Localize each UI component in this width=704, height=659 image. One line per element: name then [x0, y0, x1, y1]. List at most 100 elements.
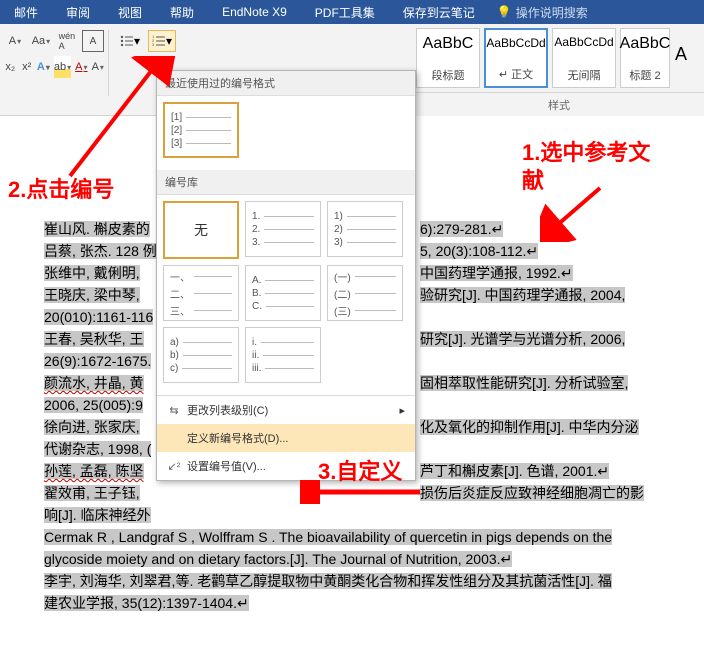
num-format-none[interactable]: 无 — [163, 201, 239, 259]
num-format-paren[interactable]: 1) 2) 3) — [327, 201, 403, 257]
tell-me-label: 操作说明搜索 — [516, 4, 588, 21]
menu-label: 定义新编号格式(D)... — [187, 430, 288, 446]
superscript-icon[interactable]: x² — [20, 56, 32, 78]
char-shading-icon[interactable]: Aa▾ — [30, 30, 52, 52]
font-color-icon[interactable]: A▾ — [75, 56, 87, 78]
tab-help[interactable]: 帮助 — [156, 0, 208, 24]
setvalue-icon: ↙² — [167, 460, 181, 473]
num-format-roman[interactable]: i. ii. iii. — [245, 327, 321, 383]
text-effects-icon[interactable]: A▾ — [37, 56, 50, 78]
num-sample: iii. — [252, 363, 261, 374]
style-label: 标题 2 — [629, 67, 660, 87]
char-case-icon[interactable]: A▾ — [92, 56, 104, 78]
num-format-dot[interactable]: 1. 2. 3. — [245, 201, 321, 257]
num-sample: 一、 — [170, 269, 190, 284]
none-label: 无 — [171, 220, 231, 240]
doc-line: 2006, 25(005):9 — [44, 397, 143, 413]
numbering-button[interactable]: 123▾ — [148, 30, 176, 52]
font-group: A▾ Aa▾ wénA A x₂ x² A▾ ab▾ A▾ A▾ — [0, 28, 108, 80]
doc-line: 崔山风. 槲皮素的 — [44, 221, 150, 237]
num-sample: ii. — [252, 350, 259, 361]
num-sample: (二) — [334, 286, 351, 301]
style-heading[interactable]: AaBbC 段标题 — [416, 28, 480, 88]
num-sample: A. — [252, 275, 261, 286]
tell-me-search[interactable]: 💡 操作说明搜索 — [497, 4, 588, 21]
num-sample: [2] — [171, 125, 182, 136]
paragraph-group: ▾ 123▾ — [112, 28, 180, 54]
highlight-icon[interactable]: ab▾ — [54, 56, 71, 78]
num-sample: 3) — [334, 237, 343, 248]
bullets-button[interactable]: ▾ — [116, 30, 144, 52]
doc-right-column: 6):279-281.↵ 5, 20(3):108-112.↵ 中国药理学通报,… — [420, 218, 644, 504]
num-sample: 三、 — [170, 303, 190, 318]
doc-line: 翟效甫, 王子钰, — [44, 485, 140, 501]
doc-line: 李宇, 刘海华, 刘翠君,等. 老鹳草乙醇提取物中黄酮类化合物和挥发性组分及其抗… — [44, 573, 612, 589]
num-sample: B. — [252, 288, 261, 299]
num-sample: 1. — [252, 211, 260, 222]
num-sample: (一) — [334, 269, 351, 284]
doc-frag: 中国药理学通报, 1992.↵ — [420, 265, 573, 281]
menu-label: 更改列表级别(C) — [187, 402, 268, 418]
num-format-chinese[interactable]: 一、 二、 三、 — [163, 265, 239, 321]
num-sample: c) — [170, 363, 178, 374]
style-preview: AaBbCcDd — [554, 29, 613, 49]
dropdown-header-recent: 最近使用过的编号格式 — [157, 71, 415, 96]
doc-line: 代谢杂志, 1998, ( — [44, 441, 151, 457]
num-sample: C. — [252, 301, 262, 312]
style-heading2[interactable]: AaBbC 标题 2 — [620, 28, 670, 88]
style-normal[interactable]: AaBbCcDd ↵ 正文 — [484, 28, 548, 88]
tab-pdf[interactable]: PDF工具集 — [301, 0, 389, 24]
num-sample: (三) — [334, 303, 351, 318]
doc-line: 张维中, 戴俐明, — [44, 265, 140, 281]
define-new-format[interactable]: 定义新编号格式(D)... — [157, 424, 415, 452]
doc-line: Cermak R , Landgraf S , Wolffram S . The… — [44, 529, 612, 545]
num-format-upper[interactable]: A. B. C. — [245, 265, 321, 321]
annotation-1b: 献 — [522, 163, 544, 195]
menu-label: 设置编号值(V)... — [187, 458, 266, 474]
num-format-chinese-paren[interactable]: (一) (二) (三) — [327, 265, 403, 321]
submenu-arrow-icon: ▸ — [399, 404, 405, 417]
annotation-3: 3.自定义 — [318, 454, 402, 486]
style-label: ↵ 正文 — [499, 66, 533, 86]
style-nospacing[interactable]: AaBbCcDd 无间隔 — [552, 28, 616, 88]
doc-line: 建农业学报, 35(12):1397-1404.↵ — [44, 595, 249, 611]
style-label: 无间隔 — [568, 67, 601, 87]
num-format-lower-paren[interactable]: a) b) c) — [163, 327, 239, 383]
num-sample: 1) — [334, 211, 343, 222]
doc-frag: 验研究[J]. 中国药理学通报, 2004, — [420, 287, 625, 303]
num-sample: a) — [170, 337, 179, 348]
subscript-icon[interactable]: x₂ — [4, 56, 16, 78]
style-preview: AaBbCcDd — [486, 30, 545, 50]
ribbon-tab-bar: 邮件 审阅 视图 帮助 EndNote X9 PDF工具集 保存到云笔记 💡 操… — [0, 0, 704, 24]
doc-line: 颜流水, 井晶, 黄 — [44, 375, 144, 391]
font-size-inc-icon[interactable]: A▾ — [4, 30, 26, 52]
doc-line: 26(9):1672-1675. — [44, 353, 151, 369]
style-overflow: A — [672, 24, 690, 90]
tab-mail[interactable]: 邮件 — [0, 0, 52, 24]
style-preview: AaBbC — [620, 29, 671, 53]
num-sample: 2. — [252, 224, 260, 235]
tab-view[interactable]: 视图 — [104, 0, 156, 24]
tab-save-note[interactable]: 保存到云笔记 — [389, 0, 489, 24]
num-sample: [1] — [171, 112, 182, 123]
style-label: 段标题 — [432, 67, 465, 87]
num-format-bracket[interactable]: [1] [2] [3] — [163, 102, 239, 158]
doc-frag: 研究[J]. 光谱学与光谱分析, 2006, — [420, 331, 625, 347]
doc-line: 响[J]. 临床神经外 — [44, 507, 151, 523]
doc-line: 20(010):1161-116 — [44, 309, 153, 325]
styles-group: AaBbC 段标题 AaBbCcDd ↵ 正文 AaBbCcDd 无间隔 AaB… — [414, 24, 704, 116]
pinyin-guide-icon[interactable]: wénA — [56, 30, 78, 52]
doc-line: 孙莲, 孟磊, 陈坚 — [44, 463, 144, 479]
doc-frag: 损伤后炎症反应致神经细胞凋亡的影 — [420, 485, 644, 501]
style-preview: AaBbC — [423, 29, 474, 53]
level-icon: ⇆ — [167, 404, 181, 417]
num-sample: b) — [170, 350, 179, 361]
char-border-icon[interactable]: A — [82, 30, 104, 52]
tab-endnote[interactable]: EndNote X9 — [208, 0, 301, 24]
tab-review[interactable]: 审阅 — [52, 0, 104, 24]
change-list-level[interactable]: ⇆ 更改列表级别(C) ▸ — [157, 396, 415, 424]
doc-frag: 固相萃取性能研究[J]. 分析试验室, — [420, 375, 628, 391]
num-sample: 2) — [334, 224, 343, 235]
doc-line: 王晓庆, 梁中琴, — [44, 287, 140, 303]
styles-group-label: 样式 — [414, 92, 704, 113]
